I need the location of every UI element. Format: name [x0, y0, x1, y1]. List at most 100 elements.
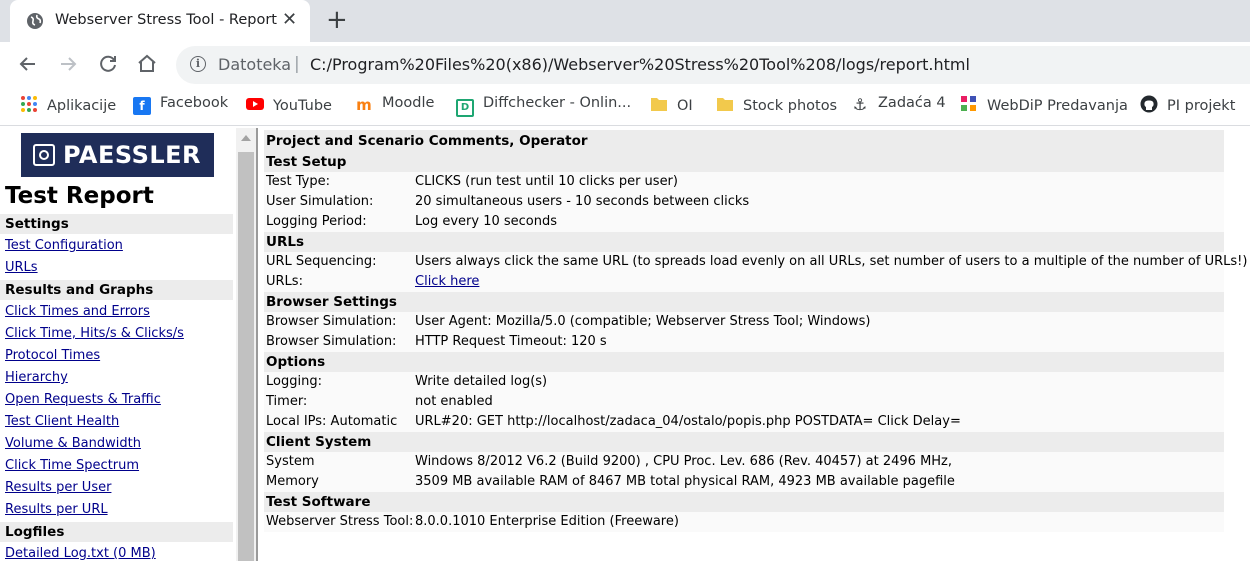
row-value: Log every 10 seconds	[415, 214, 558, 229]
row-key: Logging Period:	[266, 214, 367, 229]
row-key: Test Type:	[266, 174, 330, 189]
paessler-logo-mark	[33, 144, 55, 166]
browser-tab[interactable]: Webserver Stress Tool - Report ✕	[10, 0, 310, 42]
github-icon	[1140, 95, 1158, 113]
nav-heading-results-and-graphs: Results and Graphs	[0, 280, 233, 300]
row-key: URLs:	[266, 274, 303, 289]
row-key: Logging:	[266, 374, 322, 389]
nav-link-protocol-times[interactable]: Protocol Times	[0, 346, 233, 366]
nav-link-results-per-user[interactable]: Results per User	[0, 478, 233, 498]
click-here-link[interactable]: Click here	[415, 274, 479, 289]
bookmark-label: WebDiP Predavanja	[987, 98, 1128, 114]
section-heading-browser-settings: Browser Settings	[264, 292, 1224, 312]
back-icon[interactable]	[16, 52, 40, 76]
table-row: Local IPs: Automatic URL#20: GET http://l…	[264, 412, 1224, 432]
scheme-label: Datoteka	[218, 55, 292, 74]
bookmark-label: PI projekt	[1167, 98, 1236, 114]
tab-strip: Webserver Stress Tool - Report ✕ +	[0, 0, 1250, 42]
bookmark-pi-projekt[interactable]: PI projekt	[1140, 95, 1235, 117]
nav-link-hierarchy[interactable]: Hierarchy	[0, 368, 233, 388]
row-value: Windows 8/2012 V6.2 (Build 9200) , CPU P…	[415, 454, 953, 469]
tab-title: Webserver Stress Tool - Report	[55, 12, 277, 28]
report-nav-frame: PAESSLER Test Report Settings Test Confi…	[0, 128, 236, 561]
row-key: Local IPs: Automatic	[266, 414, 398, 429]
row-value: 8.0.0.1010 Enterprise Edition (Freeware)	[415, 514, 679, 529]
table-row: Test Type: CLICKS (run test until 10 clic…	[264, 172, 1224, 192]
bookmark-label: Zadaća 4	[878, 95, 946, 111]
new-tab-button[interactable]: +	[326, 7, 348, 33]
row-key: Browser Simulation:	[266, 314, 397, 329]
apps-grid-icon	[21, 96, 37, 112]
table-row: Timer: not enabled	[264, 392, 1224, 412]
bookmark-label: OI	[677, 98, 693, 114]
nav-link-click-times-and-errors[interactable]: Click Times and Errors	[0, 302, 233, 322]
bookmark-apps[interactable]: Aplikacije	[20, 95, 116, 117]
bookmark-diffchecker[interactable]: D Diffchecker - Onlin...	[456, 95, 631, 117]
nav-frame-scrollbar[interactable]	[236, 128, 256, 561]
bookmark-zadaca[interactable]: ⚓ Zadaća 4	[851, 95, 946, 117]
table-row: Logging: Write detailed log(s)	[264, 372, 1224, 392]
table-row: URLs: Click here	[264, 272, 1224, 292]
section-heading-client-system: Client System	[264, 432, 1224, 452]
table-row: Memory 3509 MB available RAM of 8467 MB t…	[264, 472, 1224, 492]
section-heading-test-software: Test Software	[264, 492, 1224, 512]
anchor-icon: ⚓	[852, 95, 868, 114]
row-key: Timer:	[266, 394, 308, 409]
scroll-up-arrow-icon[interactable]	[241, 135, 251, 141]
address-toolbar: i Datoteka | C:/Program%20Files%20(x86)/…	[0, 42, 1250, 87]
nav-link-volume-bandwidth[interactable]: Volume & Bandwidth	[0, 434, 233, 454]
folder-icon	[717, 98, 733, 111]
section-heading-test-setup: Test Setup	[264, 152, 1224, 172]
webdip-icon	[961, 96, 976, 111]
nav-link-open-requests-traffic[interactable]: Open Requests & Traffic	[0, 390, 233, 410]
row-key: Webserver Stress Tool:	[266, 514, 414, 529]
scrollbar-thumb[interactable]	[238, 152, 254, 561]
nav-link-test-client-health[interactable]: Test Client Health	[0, 412, 233, 432]
bookmark-label: Aplikacije	[47, 98, 117, 114]
moodle-icon: m	[356, 96, 372, 114]
globe-icon	[27, 13, 43, 29]
row-key: Browser Simulation:	[266, 334, 397, 349]
row-key: Memory	[266, 474, 319, 489]
bookmark-label: Diffchecker - Onlin...	[483, 95, 632, 111]
nav-link-results-per-url[interactable]: Results per URL	[0, 500, 233, 520]
nav-link-urls[interactable]: URLs	[0, 258, 233, 278]
reload-icon[interactable]	[96, 52, 120, 76]
close-tab-icon[interactable]: ✕	[282, 11, 297, 29]
nav-link-detailed-log[interactable]: Detailed Log.txt (0 MB)	[0, 544, 233, 561]
facebook-icon: f	[133, 97, 151, 115]
bookmark-folder-oi[interactable]: OI	[650, 95, 693, 117]
bookmark-label: YouTube	[273, 98, 332, 114]
diffchecker-icon: D	[456, 99, 474, 117]
info-icon[interactable]: i	[190, 56, 206, 72]
url-text[interactable]: C:/Program%20Files%20(x86)/Webserver%20S…	[310, 55, 970, 74]
home-icon[interactable]	[135, 52, 159, 76]
table-row: Webserver Stress Tool: 8.0.0.1010 Enterpr…	[264, 512, 1224, 532]
omnibox[interactable]: i Datoteka | C:/Program%20Files%20(x86)/…	[176, 46, 1250, 84]
bookmark-folder-stock-photos[interactable]: Stock photos	[716, 95, 837, 117]
bookmark-moodle[interactable]: m Moodle	[355, 95, 434, 117]
bookmark-youtube[interactable]: YouTube	[246, 95, 332, 117]
youtube-icon	[246, 98, 264, 110]
row-value: Users always click the same URL (to spre…	[415, 254, 1248, 269]
table-row: Logging Period: Log every 10 seconds	[264, 212, 1224, 232]
bookmark-webdip[interactable]: WebDiP Predavanja	[960, 95, 1128, 117]
bookmarks-bar: Aplikacije f Facebook YouTube m Moodle D Di…	[0, 87, 1250, 126]
table-row: Browser Simulation: HTTP Request Timeout:…	[264, 332, 1224, 352]
row-value: 3509 MB available RAM of 8467 MB total p…	[415, 474, 955, 489]
nav-heading-logfiles: Logfiles	[0, 522, 233, 542]
table-row: System Windows 8/2012 V6.2 (Build 9200) ,…	[264, 452, 1224, 472]
row-value: HTTP Request Timeout: 120 s	[415, 334, 607, 349]
nav-heading-settings: Settings	[0, 214, 233, 234]
table-row: User Simulation: 20 simultaneous users - …	[264, 192, 1224, 212]
row-value: CLICKS (run test until 10 clicks per use…	[415, 174, 678, 189]
report-nav-list: Settings Test Configuration URLs Results…	[0, 214, 233, 561]
report-title: Test Report	[5, 183, 154, 209]
bookmark-facebook[interactable]: f Facebook	[133, 95, 228, 117]
forward-icon[interactable]	[56, 52, 80, 76]
nav-link-click-time-hits-clicks[interactable]: Click Time, Hits/s & Clicks/s	[0, 324, 233, 344]
frame-divider[interactable]	[256, 128, 262, 561]
paessler-logo-text: PAESSLER	[63, 141, 202, 169]
nav-link-click-time-spectrum[interactable]: Click Time Spectrum	[0, 456, 233, 476]
nav-link-test-configuration[interactable]: Test Configuration	[0, 236, 233, 256]
